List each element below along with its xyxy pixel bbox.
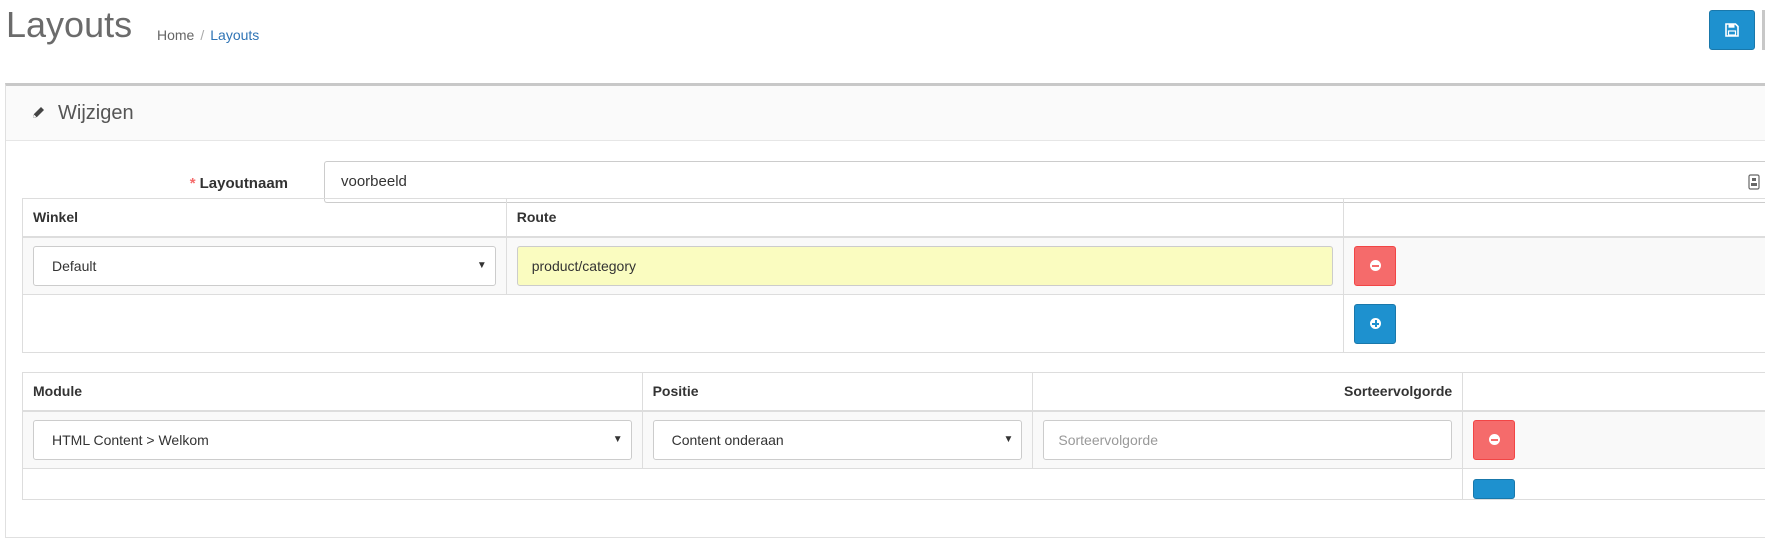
sort-order-input[interactable]: Sorteervolgorde xyxy=(1043,419,1453,460)
pencil-icon xyxy=(33,107,44,118)
module-select-value: HTML Content > Welkom xyxy=(52,431,209,448)
add-module-button[interactable] xyxy=(1473,479,1516,499)
table-row: Default ▼ product/category xyxy=(22,236,1765,295)
save-icon xyxy=(1725,23,1739,37)
module-select[interactable]: HTML Content > Welkom ▼ xyxy=(33,419,632,460)
route-table: Winkel Route Default ▼ product/category xyxy=(21,198,1765,353)
layout-name-input[interactable]: voorbeeld xyxy=(324,161,1765,203)
table-row-add xyxy=(21,294,1765,353)
position-select-value: Content onderaan xyxy=(671,431,784,448)
position-select[interactable]: Content onderaan ▼ xyxy=(652,419,1023,460)
store-select[interactable]: Default ▼ xyxy=(33,245,496,286)
minus-circle-icon xyxy=(1369,260,1381,272)
header-positie: Positie xyxy=(641,372,1034,412)
breadcrumb-layouts[interactable]: Layouts xyxy=(210,27,259,43)
remove-route-button[interactable] xyxy=(1354,245,1397,286)
module-table: Module Positie Sorteervolgorde HTML Cont… xyxy=(21,372,1765,500)
panel-heading: Wijzigen xyxy=(6,86,1765,141)
caret-down-icon: ▼ xyxy=(476,259,487,271)
plus-circle-icon xyxy=(1369,318,1381,329)
header-module-actions xyxy=(1462,372,1765,412)
breadcrumb: Home / Layouts xyxy=(157,27,259,43)
header-module: Module xyxy=(22,372,643,412)
sort-order-placeholder: Sorteervolgorde xyxy=(1058,431,1158,448)
breadcrumb-separator: / xyxy=(200,27,205,43)
table-row-add xyxy=(21,468,1765,500)
save-button[interactable] xyxy=(1709,10,1755,50)
table-row: HTML Content > Welkom ▼ Content onderaan… xyxy=(22,410,1765,469)
layout-name-label-text: Layoutnaam xyxy=(199,175,288,192)
page-header: Layouts Home / Layouts xyxy=(0,0,1765,80)
required-marker: * xyxy=(189,175,196,192)
page-title: Layouts xyxy=(6,4,133,45)
route-input[interactable]: product/category xyxy=(516,245,1334,286)
caret-down-icon: ▼ xyxy=(1003,433,1014,445)
header-route: Route xyxy=(505,198,1345,238)
header-sorteervolgorde: Sorteervolgorde xyxy=(1032,372,1464,412)
header-winkel: Winkel xyxy=(22,198,507,238)
route-value: product/category xyxy=(531,257,637,274)
add-route-button[interactable] xyxy=(1354,303,1397,344)
layout-name-label: * Layoutnaam xyxy=(6,175,288,192)
caret-down-icon: ▼ xyxy=(612,433,623,445)
header-route-actions xyxy=(1343,198,1765,238)
route-table-header: Winkel Route xyxy=(22,198,1765,238)
panel-title: Wijzigen xyxy=(58,101,134,124)
remove-module-button[interactable] xyxy=(1473,419,1516,460)
input-addon-icon xyxy=(1748,174,1760,190)
layout-name-value: voorbeeld xyxy=(341,173,407,190)
edit-panel: Wijzigen * Layoutnaam voorbeeld Winkel Ro… xyxy=(5,83,1765,538)
breadcrumb-home[interactable]: Home xyxy=(157,27,194,43)
store-select-value: Default xyxy=(52,257,97,274)
module-table-header: Module Positie Sorteervolgorde xyxy=(22,372,1765,412)
minus-circle-icon xyxy=(1488,434,1500,446)
